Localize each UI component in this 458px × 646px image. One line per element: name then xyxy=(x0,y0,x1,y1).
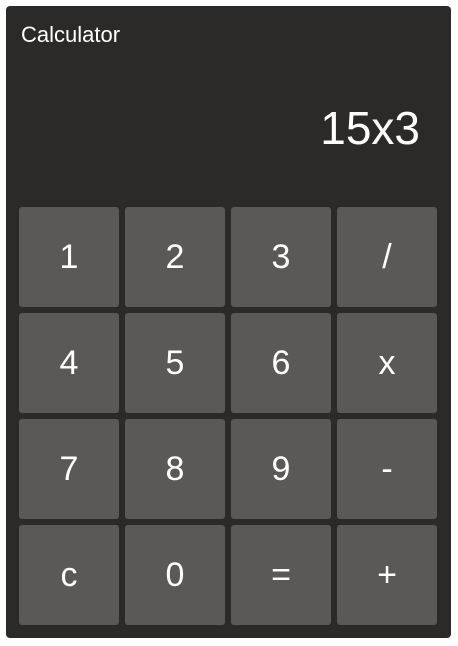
add-button[interactable]: + xyxy=(337,525,437,625)
subtract-button[interactable]: - xyxy=(337,419,437,519)
key-1-button[interactable]: 1 xyxy=(19,207,119,307)
calculator-display: 15x3 xyxy=(320,102,420,154)
key-2-button[interactable]: 2 xyxy=(125,207,225,307)
clear-button[interactable]: c xyxy=(19,525,119,625)
key-4-button[interactable]: 4 xyxy=(19,313,119,413)
key-5-button[interactable]: 5 xyxy=(125,313,225,413)
key-9-button[interactable]: 9 xyxy=(231,419,331,519)
app-title: Calculator xyxy=(21,22,121,47)
key-3-button[interactable]: 3 xyxy=(231,207,331,307)
multiply-button[interactable]: x xyxy=(337,313,437,413)
keypad: 1 2 3 / 4 5 6 x 7 8 9 - c 0 = + xyxy=(19,207,437,625)
key-8-button[interactable]: 8 xyxy=(125,419,225,519)
divide-button[interactable]: / xyxy=(337,207,437,307)
key-0-button[interactable]: 0 xyxy=(125,525,225,625)
key-6-button[interactable]: 6 xyxy=(231,313,331,413)
calculator-window: Calculator 15x3 1 2 3 / 4 5 6 x 7 8 9 - … xyxy=(6,6,451,638)
key-7-button[interactable]: 7 xyxy=(19,419,119,519)
equals-button[interactable]: = xyxy=(231,525,331,625)
